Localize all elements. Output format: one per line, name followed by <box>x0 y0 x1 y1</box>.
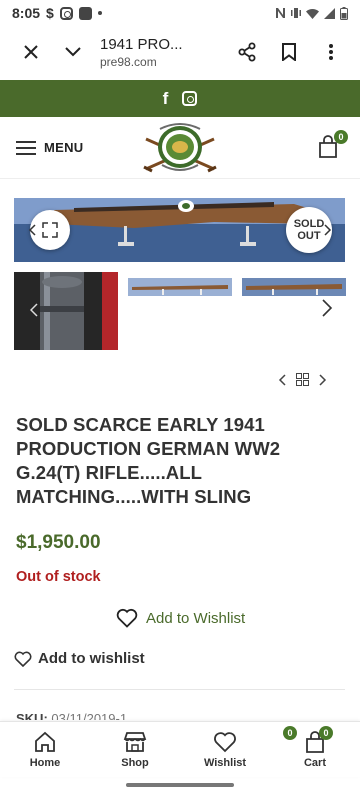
header-cart-count-badge: 0 <box>334 130 348 144</box>
bottom-navigation: Home Shop 0 Wishlist 0 Cart <box>0 721 360 777</box>
sold-label-line2: OUT <box>297 230 321 242</box>
nav-cart[interactable]: 0 Cart <box>270 722 360 777</box>
bookmark-button[interactable] <box>268 26 310 78</box>
home-icon <box>35 731 55 752</box>
nav-shop[interactable]: Shop <box>90 722 180 777</box>
product-navigation <box>278 373 327 386</box>
app-notification-icon <box>78 6 92 20</box>
product-main-image[interactable]: SOLD OUT <box>14 198 345 262</box>
grid-icon[interactable] <box>296 373 309 386</box>
previous-product-icon[interactable] <box>278 373 286 386</box>
more-vert-icon <box>329 44 333 60</box>
url-bar[interactable]: 1941 PRO... pre98.com <box>94 36 226 69</box>
status-time: 8:05 <box>12 5 41 21</box>
menu-icon <box>16 140 36 155</box>
nav-cart-label: Cart <box>303 756 326 769</box>
thumbnail-rifle-right[interactable] <box>242 278 346 296</box>
wifi-icon <box>306 8 319 19</box>
browser-toolbar: 1941 PRO... pre98.com <box>0 26 360 78</box>
sku-value: 03/11/2019-1 <box>51 711 128 720</box>
heart-icon <box>14 651 32 667</box>
social-links-bar: f <box>0 80 360 117</box>
sku-label: SKU: <box>16 711 48 720</box>
battery-icon <box>340 6 348 20</box>
add-to-wishlist-button[interactable]: Add to Wishlist <box>116 608 245 628</box>
chevron-down-icon <box>65 47 81 57</box>
nfc-icon <box>276 8 285 18</box>
thumb-next-icon[interactable] <box>319 296 335 320</box>
thumbnail-rifle-left[interactable] <box>128 278 232 296</box>
shop-icon <box>123 731 147 752</box>
instagram-notification-icon <box>59 6 73 20</box>
site-logo[interactable] <box>142 121 218 175</box>
nav-wishlist-label: Wishlist <box>203 756 247 769</box>
more-options-button[interactable] <box>310 26 352 78</box>
nav-home-label: Home <box>29 756 61 769</box>
next-product-icon[interactable] <box>319 373 327 386</box>
instagram-icon[interactable] <box>182 91 198 106</box>
thumbnail-strip <box>14 272 346 350</box>
signal-icon <box>324 7 335 19</box>
facebook-icon[interactable]: f <box>163 89 169 109</box>
android-status-bar: 8:05 $ <box>0 0 360 26</box>
menu-button[interactable]: MENU <box>0 140 83 155</box>
share-icon <box>238 42 256 62</box>
thumb-prev-icon[interactable] <box>30 303 38 317</box>
nav-shop-label: Shop <box>121 756 149 769</box>
heart-icon <box>214 731 236 752</box>
gesture-bar[interactable] <box>126 783 234 787</box>
add-to-wishlist-label: Add to Wishlist <box>146 609 246 627</box>
page-info-button[interactable] <box>52 26 94 78</box>
vibrate-icon <box>291 8 301 18</box>
product-price: $1,950.00 <box>16 532 101 553</box>
nav-wishlist[interactable]: 0 Wishlist <box>180 722 297 777</box>
heart-icon <box>116 608 138 628</box>
divider <box>14 689 345 690</box>
header-cart-button[interactable]: 0 <box>318 130 348 159</box>
add-to-wishlist-link-label: Add to wishlist <box>38 650 145 667</box>
add-to-wishlist-link[interactable]: Add to wishlist <box>14 650 145 667</box>
share-button[interactable] <box>226 26 268 78</box>
thumbnail-receiver[interactable] <box>14 272 118 350</box>
bookmark-icon <box>282 43 296 61</box>
gallery-next-icon[interactable] <box>324 224 332 236</box>
product-title: SOLD SCARCE EARLY 1941 PRODUCTION GERMAN… <box>16 414 281 507</box>
cart-count-badge: 0 <box>319 726 333 740</box>
close-tab-button[interactable] <box>10 26 52 78</box>
nav-home[interactable]: Home <box>0 722 90 777</box>
close-icon <box>24 45 38 59</box>
more-notifications-icon <box>97 11 102 15</box>
dollar-notification-icon: $ <box>46 5 54 21</box>
page-title: 1941 PRO... <box>100 35 183 53</box>
site-header: MENU 0 <box>0 117 360 179</box>
stock-status: Out of stock <box>16 569 101 585</box>
expand-image-button[interactable] <box>30 210 70 250</box>
expand-icon <box>42 222 58 238</box>
page-domain: pre98.com <box>100 54 157 69</box>
menu-label: MENU <box>44 140 84 155</box>
product-sku: SKU: 03/11/2019-1 <box>16 711 127 720</box>
gallery-prev-icon[interactable] <box>28 224 36 236</box>
sold-label-line1: SOLD <box>293 218 325 230</box>
